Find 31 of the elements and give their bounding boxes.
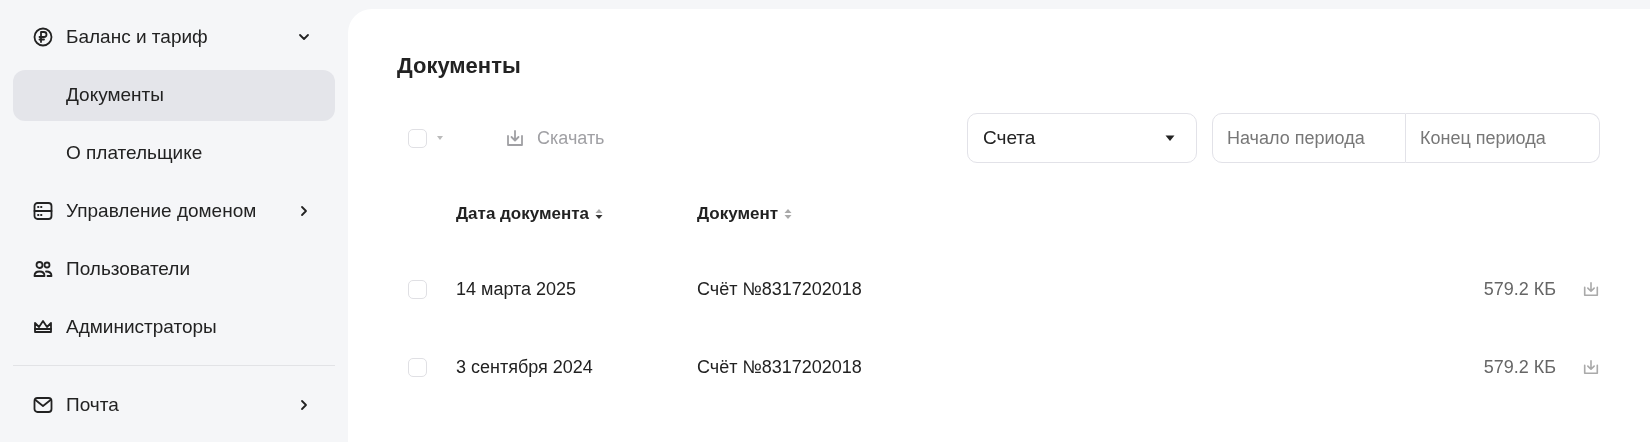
nav-item[interactable]: Документы (13, 69, 335, 121)
document-cell-text: Счёт №8317202018 (697, 356, 863, 378)
nav-item[interactable]: Управление доменом (13, 185, 335, 237)
nav-item[interactable]: Почта (13, 379, 335, 430)
download-icon (1582, 358, 1600, 376)
checkbox[interactable] (408, 357, 427, 377)
date-field[interactable]: Конец периода (1406, 113, 1600, 163)
page-title: Документы (397, 53, 522, 79)
users-icon (33, 258, 53, 279)
column-header[interactable]: Документ (697, 203, 793, 224)
document-cell-text: Счёт №8317202018 (697, 278, 863, 300)
envelope-icon (33, 394, 53, 415)
file-size: 579.2 КБ (1483, 278, 1556, 300)
checkbox[interactable] (408, 128, 427, 148)
download-icon (1582, 280, 1600, 298)
ruble-icon (33, 27, 53, 48)
download-icon (505, 128, 525, 148)
nav-item[interactable]: Баланс и тариф (13, 12, 335, 63)
download-button[interactable] (1582, 358, 1600, 376)
nav-item[interactable]: Пользователи (13, 243, 335, 295)
date-field[interactable]: Начало периода (1212, 113, 1406, 163)
file-size: 579.2 КБ (1483, 356, 1556, 378)
checkbox[interactable] (408, 279, 427, 299)
column-header[interactable]: Дата документа (456, 203, 604, 224)
nav-item[interactable]: О плательщике (13, 127, 335, 179)
type-dropdown[interactable]: Счета (967, 113, 1197, 163)
download-button[interactable] (1582, 280, 1600, 298)
nav-item[interactable]: Администраторы (13, 301, 335, 353)
server-icon (33, 201, 53, 221)
date-cell-text: 14 марта 2025 (456, 278, 578, 300)
date-cell-text: 3 сентября 2024 (456, 356, 594, 378)
